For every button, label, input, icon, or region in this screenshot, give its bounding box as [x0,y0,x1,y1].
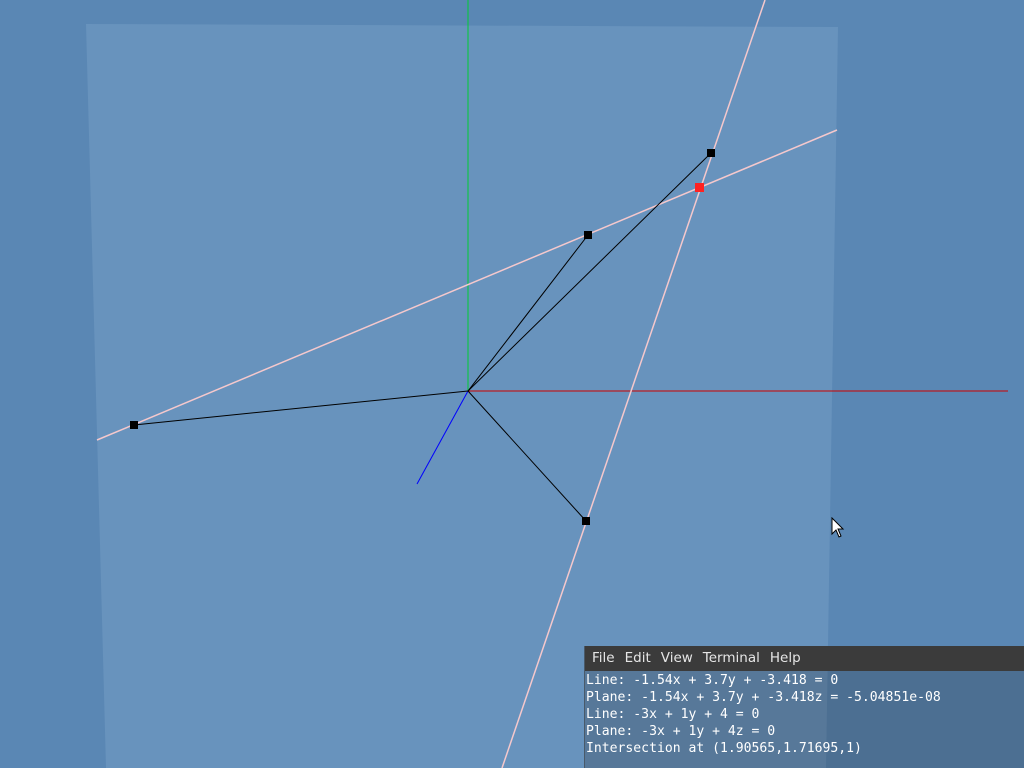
terminal-output[interactable]: Line: -1.54x + 3.7y + -3.418 = 0 Plane: … [585,671,1024,757]
control-point-2[interactable] [584,231,592,239]
terminal-line: Plane: -3x + 1y + 4z = 0 [586,724,776,739]
menu-terminal[interactable]: Terminal [698,646,765,671]
terminal-menubar: File Edit View Terminal Help [585,646,1024,671]
terminal-line: Line: -3x + 1y + 4 = 0 [586,707,760,722]
terminal-window[interactable]: File Edit View Terminal Help Line: -1.54… [584,646,1024,768]
control-point-3[interactable] [707,149,715,157]
menu-edit[interactable]: Edit [620,646,656,671]
menu-help[interactable]: Help [765,646,806,671]
mouse-pointer-icon [831,517,845,538]
control-point-4[interactable] [582,517,590,525]
terminal-line: Line: -1.54x + 3.7y + -3.418 = 0 [586,673,839,688]
terminal-line: Plane: -1.54x + 3.7y + -3.418z = -5.0485… [586,690,941,705]
menu-view[interactable]: View [656,646,698,671]
terminal-line: Intersection at (1.90565,1.71695,1) [586,741,862,756]
control-point-1[interactable] [130,421,138,429]
menu-file[interactable]: File [587,646,620,671]
intersection-point [695,183,704,192]
